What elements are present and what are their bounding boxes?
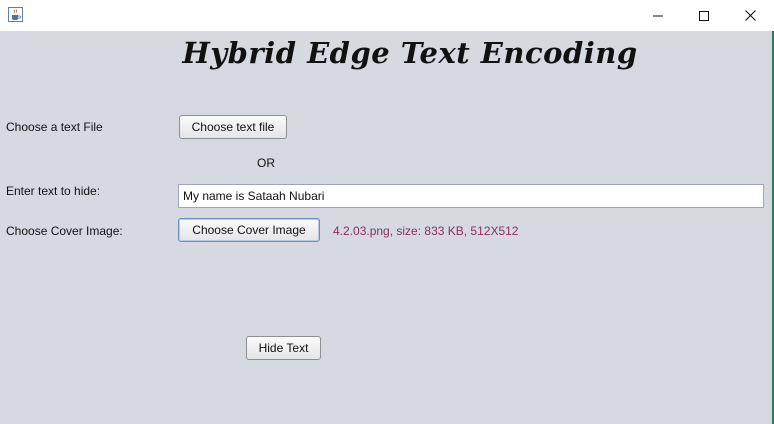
minimize-button[interactable] xyxy=(635,0,681,31)
close-icon xyxy=(744,6,756,25)
choose-cover-image-button[interactable]: Choose Cover Image xyxy=(178,218,320,242)
maximize-icon xyxy=(699,6,709,25)
maximize-button[interactable] xyxy=(681,0,727,31)
java-cup-icon xyxy=(8,7,23,22)
choose-text-file-button[interactable]: Choose text file xyxy=(179,115,287,139)
enter-text-label: Enter text to hide: xyxy=(6,184,101,198)
minimize-icon xyxy=(653,6,663,25)
or-label: OR xyxy=(257,156,275,170)
hide-text-input[interactable] xyxy=(178,184,764,208)
cover-image-info: 4.2.03.png, size: 833 KB, 512X512 xyxy=(333,224,519,238)
title-bar[interactable] xyxy=(0,0,772,31)
text-file-label: Choose a text File xyxy=(6,120,103,134)
hide-text-button[interactable]: Hide Text xyxy=(246,336,321,360)
close-button[interactable] xyxy=(727,0,773,31)
page-title: Hybrid Edge Text Encoding xyxy=(182,36,638,70)
cover-image-label: Choose Cover Image: xyxy=(6,224,123,238)
app-window: Hybrid Edge Text Encoding Choose a text … xyxy=(0,0,772,424)
